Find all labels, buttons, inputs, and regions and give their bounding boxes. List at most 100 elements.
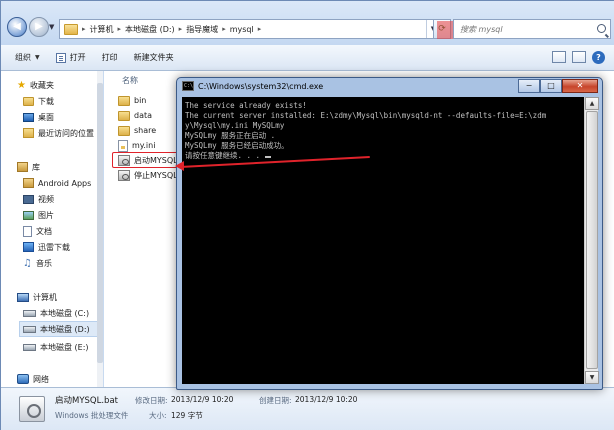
- scroll-down-icon[interactable]: ▼: [585, 371, 599, 384]
- help-icon[interactable]: ?: [592, 51, 605, 64]
- computer-icon: [17, 292, 29, 302]
- file-row-my-ini[interactable]: my.ini: [118, 138, 155, 153]
- forward-button[interactable]: ▶: [29, 17, 49, 37]
- nav-label: 本地磁盘 (E:): [40, 342, 89, 352]
- nav-libraries[interactable]: 库: [17, 159, 40, 175]
- close-button[interactable]: ✕: [562, 79, 598, 93]
- preview-pane-icon[interactable]: [572, 51, 586, 63]
- desktop-icon: [23, 112, 34, 122]
- scroll-up-icon[interactable]: ▲: [585, 97, 599, 110]
- organize-menu[interactable]: 组织 ▼: [15, 52, 40, 63]
- config-file-icon: [118, 139, 128, 152]
- nav-label: 图片: [38, 210, 54, 220]
- video-icon: [23, 194, 34, 204]
- cmd-titlebar[interactable]: C:\ C:\Windows\system32\cmd.exe: [182, 81, 323, 91]
- address-row: ◀ ▶ ▼ ▸ 计算机 ▸ 本地磁盘 (D:) ▸ 指导魔域 ▸ mysql ▸…: [1, 1, 614, 45]
- cmd-icon[interactable]: C:\: [182, 81, 194, 91]
- search-box[interactable]: [453, 19, 611, 39]
- nav-network[interactable]: 网络: [17, 371, 49, 387]
- console-line: y\Mysql\my.ini MySQLmy: [185, 121, 285, 130]
- breadcrumb-item[interactable]: 本地磁盘 (D:): [125, 24, 175, 35]
- folder-icon: [118, 110, 130, 121]
- nav-label: 音乐: [35, 258, 52, 268]
- nav-label: Android Apps: [38, 178, 92, 188]
- pictures-icon: [23, 210, 34, 220]
- console-scrollbar[interactable]: ▲ ▼: [584, 97, 599, 384]
- scrollbar-thumb[interactable]: [97, 83, 103, 363]
- music-icon: ♫: [23, 257, 32, 269]
- nav-desktop[interactable]: 桌面: [23, 109, 54, 125]
- file-name: share: [134, 126, 157, 135]
- console-line: 请按任意键继续. . .: [185, 151, 265, 160]
- print-button[interactable]: 打印: [102, 52, 118, 63]
- console-line: The service already exists!: [185, 101, 307, 110]
- navigation-pane: ★ 收藏夹 下载 桌面 最近访问的位置 库 Android Apps 视频 图片…: [1, 71, 103, 387]
- nav-favorites[interactable]: ★ 收藏夹: [17, 77, 54, 93]
- file-row-data[interactable]: data: [118, 108, 152, 123]
- star-icon: ★: [17, 79, 26, 91]
- file-row-bin[interactable]: bin: [118, 93, 146, 108]
- search-icon[interactable]: [597, 24, 606, 33]
- console-prompt-line: 请按任意键继续. . .: [185, 151, 581, 161]
- details-modified-value: 2013/12/9 10:20: [171, 395, 234, 404]
- chevron-right-icon: ▸: [117, 25, 122, 33]
- command-bar: 组织 ▼ 打开 打印 新建文件夹 ?: [1, 45, 614, 71]
- arrow-head-icon: [175, 161, 184, 171]
- file-row-share[interactable]: share: [118, 123, 156, 138]
- nav-label: 计算机: [33, 292, 57, 302]
- downloads-folder-icon: [23, 96, 34, 106]
- back-button[interactable]: ◀: [7, 17, 27, 37]
- batch-file-icon: [118, 170, 130, 181]
- nav-label: 本地磁盘 (D:): [40, 324, 90, 334]
- nav-label: 桌面: [38, 112, 54, 122]
- nav-label: 迅雷下载: [38, 242, 70, 252]
- file-row-stop-mysql[interactable]: 停止MYSQL: [118, 168, 178, 183]
- console-output[interactable]: The service already exists! The current …: [182, 97, 584, 384]
- organize-label: 组织: [15, 53, 31, 62]
- nav-label: 文档: [36, 226, 52, 236]
- column-header-name[interactable]: 名称: [122, 75, 138, 86]
- search-input[interactable]: [454, 20, 584, 38]
- details-size-value: 129 字节: [171, 411, 203, 420]
- details-pane: 启动MYSQL.bat Windows 批处理文件 修改日期: 2013/12/…: [1, 387, 614, 430]
- chevron-down-icon: ▼: [35, 54, 40, 61]
- open-button[interactable]: 打开: [55, 52, 86, 63]
- nav-documents[interactable]: 文档: [23, 223, 52, 239]
- annotation-highlight-box: [112, 152, 180, 168]
- folder-icon: [118, 125, 130, 136]
- nav-pictures[interactable]: 图片: [23, 207, 54, 223]
- nav-label: 下载: [38, 96, 54, 106]
- new-folder-button[interactable]: 新建文件夹: [134, 52, 174, 63]
- nav-videos[interactable]: 视频: [23, 191, 54, 207]
- address-bar[interactable]: ▸ 计算机 ▸ 本地磁盘 (D:) ▸ 指导魔域 ▸ mysql ▸ ▼: [59, 19, 441, 39]
- breadcrumb-item[interactable]: 指导魔域: [186, 24, 218, 35]
- navigation-scrollbar[interactable]: [97, 71, 103, 387]
- open-label: 打开: [69, 53, 86, 62]
- nav-drive-c[interactable]: 本地磁盘 (C:): [23, 305, 89, 321]
- breadcrumb-item[interactable]: mysql: [230, 25, 254, 34]
- open-icon: [55, 52, 66, 63]
- view-options-icon[interactable]: [552, 51, 566, 63]
- chevron-right-icon: ▸: [257, 25, 262, 33]
- red-highlight-mark: [437, 21, 453, 39]
- console-line: The current server installed: E:\zdmy\My…: [185, 111, 547, 120]
- nav-music[interactable]: ♫ 音乐: [23, 255, 52, 271]
- nav-downloads[interactable]: 下载: [23, 93, 54, 109]
- recent-places-icon: [23, 128, 34, 138]
- history-dropdown-icon[interactable]: ▼: [49, 23, 54, 31]
- nav-label: 网络: [33, 374, 49, 384]
- maximize-button[interactable]: □: [540, 79, 562, 93]
- batch-file-large-icon: [19, 396, 45, 422]
- android-apps-icon: [23, 178, 34, 188]
- nav-drive-e[interactable]: 本地磁盘 (E:): [23, 339, 89, 355]
- nav-android-apps[interactable]: Android Apps: [23, 175, 91, 191]
- nav-label: 本地磁盘 (C:): [40, 308, 90, 318]
- nav-xunlei-downloads[interactable]: 迅雷下载: [23, 239, 70, 255]
- nav-recent-places[interactable]: 最近访问的位置: [23, 125, 94, 141]
- breadcrumb-item[interactable]: 计算机: [90, 24, 114, 35]
- nav-drive-d[interactable]: 本地磁盘 (D:): [19, 321, 99, 337]
- minimize-button[interactable]: −: [518, 79, 540, 93]
- scrollbar-thumb[interactable]: [586, 111, 598, 369]
- nav-computer[interactable]: 计算机: [17, 289, 57, 305]
- console-line: MySQLmy 服务已经启动成功。: [185, 141, 289, 150]
